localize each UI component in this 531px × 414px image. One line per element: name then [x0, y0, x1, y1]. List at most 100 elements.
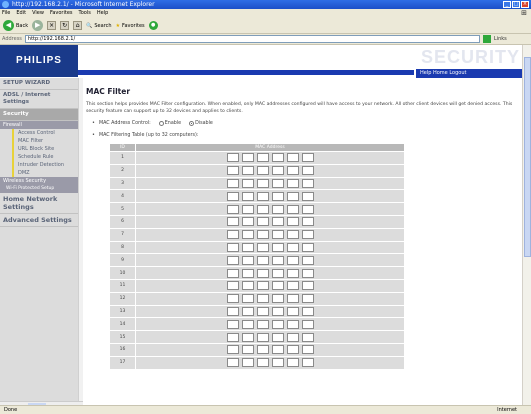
mac-octet-input[interactable]	[271, 217, 284, 227]
menu-view[interactable]: View	[32, 9, 44, 18]
mac-octet-input[interactable]	[226, 345, 239, 355]
sidebar-item-mac-filter[interactable]: MAC Filter	[0, 137, 78, 145]
mac-octet-input[interactable]	[286, 191, 299, 201]
mac-octet-input[interactable]	[286, 294, 299, 304]
mac-octet-input[interactable]	[271, 345, 284, 355]
mac-octet-input[interactable]	[271, 242, 284, 252]
stop-icon[interactable]: ×	[47, 21, 57, 30]
media-icon[interactable]: ●	[148, 21, 158, 30]
sidebar-item-url-block[interactable]: URL Block Site	[0, 145, 78, 153]
refresh-icon[interactable]: ↻	[60, 21, 70, 30]
mac-octet-input[interactable]	[241, 217, 254, 227]
mac-octet-input[interactable]	[256, 153, 269, 163]
mac-octet-input[interactable]	[271, 178, 284, 188]
mac-octet-input[interactable]	[256, 294, 269, 304]
mac-octet-input[interactable]	[226, 268, 239, 278]
mac-octet-input[interactable]	[286, 319, 299, 329]
mac-octet-input[interactable]	[226, 332, 239, 342]
mac-octet-input[interactable]	[301, 255, 314, 265]
mac-octet-input[interactable]	[226, 217, 239, 227]
mac-octet-input[interactable]	[256, 306, 269, 316]
mac-octet-input[interactable]	[241, 332, 254, 342]
mac-octet-input[interactable]	[271, 230, 284, 240]
mac-octet-input[interactable]	[301, 319, 314, 329]
mac-octet-input[interactable]	[301, 178, 314, 188]
mac-octet-input[interactable]	[226, 153, 239, 163]
mac-octet-input[interactable]	[271, 204, 284, 214]
mac-octet-input[interactable]	[256, 166, 269, 176]
mac-octet-input[interactable]	[226, 204, 239, 214]
mac-octet-input[interactable]	[301, 345, 314, 355]
mac-octet-input[interactable]	[241, 268, 254, 278]
page-scroll-thumb[interactable]	[524, 57, 531, 257]
mac-octet-input[interactable]	[286, 217, 299, 227]
sidebar-wireless-security[interactable]: Wireless Security	[0, 177, 78, 185]
mac-octet-input[interactable]	[241, 294, 254, 304]
mac-octet-input[interactable]	[271, 306, 284, 316]
mac-octet-input[interactable]	[286, 332, 299, 342]
minimize-button[interactable]: _	[503, 1, 511, 8]
mac-octet-input[interactable]	[286, 166, 299, 176]
mac-octet-input[interactable]	[286, 268, 299, 278]
mac-octet-input[interactable]	[256, 358, 269, 368]
mac-octet-input[interactable]	[271, 281, 284, 291]
favorites-button[interactable]: ★ Favorites	[116, 20, 145, 32]
mac-octet-input[interactable]	[301, 268, 314, 278]
mac-octet-input[interactable]	[286, 230, 299, 240]
mac-octet-input[interactable]	[241, 166, 254, 176]
mac-octet-input[interactable]	[226, 255, 239, 265]
mac-octet-input[interactable]	[286, 345, 299, 355]
mac-octet-input[interactable]	[241, 178, 254, 188]
mac-octet-input[interactable]	[241, 230, 254, 240]
mac-octet-input[interactable]	[286, 153, 299, 163]
mac-octet-input[interactable]	[286, 281, 299, 291]
mac-octet-input[interactable]	[271, 319, 284, 329]
sidebar-advanced[interactable]: Advanced Settings	[0, 214, 78, 227]
address-input[interactable]: http://192.168.2.1/	[24, 35, 480, 43]
mac-octet-input[interactable]	[286, 178, 299, 188]
mac-octet-input[interactable]	[286, 255, 299, 265]
mac-octet-input[interactable]	[301, 217, 314, 227]
sidebar-item-schedule-rule[interactable]: Schedule Rule	[0, 153, 78, 161]
mac-octet-input[interactable]	[226, 294, 239, 304]
menu-edit[interactable]: Edit	[16, 9, 26, 18]
sidebar-firewall[interactable]: Firewall	[0, 121, 78, 129]
sidebar-home-network[interactable]: Home Network Settings	[0, 193, 78, 214]
mac-octet-input[interactable]	[301, 242, 314, 252]
maximize-button[interactable]: □	[512, 1, 520, 8]
mac-octet-input[interactable]	[271, 268, 284, 278]
mac-octet-input[interactable]	[271, 255, 284, 265]
sidebar-wps-setup[interactable]: Wi-Fi Protected Setup	[0, 185, 78, 193]
mac-octet-input[interactable]	[226, 230, 239, 240]
sidebar-setup-wizard[interactable]: SETUP WIZARD	[0, 78, 78, 90]
mac-octet-input[interactable]	[256, 319, 269, 329]
mac-octet-input[interactable]	[256, 191, 269, 201]
mac-octet-input[interactable]	[256, 255, 269, 265]
mac-octet-input[interactable]	[301, 191, 314, 201]
mac-octet-input[interactable]	[256, 204, 269, 214]
sidebar-item-access-control[interactable]: Access Control	[0, 129, 78, 137]
mac-octet-input[interactable]	[256, 332, 269, 342]
back-button[interactable]: ◀ Back	[3, 20, 28, 32]
mac-octet-input[interactable]	[271, 332, 284, 342]
sidebar-adsl-internet[interactable]: ADSL / Internet Settings	[0, 90, 78, 109]
page-scrollbar[interactable]	[522, 45, 531, 405]
search-button[interactable]: 🔍 Search	[86, 20, 111, 32]
enable-radio[interactable]: Enable	[158, 119, 181, 128]
mac-octet-input[interactable]	[301, 358, 314, 368]
mac-octet-input[interactable]	[286, 306, 299, 316]
disable-radio[interactable]: Disable	[189, 119, 213, 128]
mac-octet-input[interactable]	[241, 153, 254, 163]
mac-octet-input[interactable]	[271, 166, 284, 176]
mac-octet-input[interactable]	[271, 153, 284, 163]
menu-help[interactable]: Help	[97, 9, 108, 18]
go-button[interactable]	[482, 35, 491, 43]
menu-favorites[interactable]: Favorites	[50, 9, 73, 18]
mac-octet-input[interactable]	[301, 306, 314, 316]
forward-button[interactable]: ▶	[32, 20, 44, 32]
help-home-logout-links[interactable]: Help Home Logout	[416, 69, 522, 78]
sidebar-item-dmz[interactable]: DMZ	[0, 169, 78, 177]
mac-octet-input[interactable]	[256, 217, 269, 227]
mac-octet-input[interactable]	[286, 242, 299, 252]
mac-octet-input[interactable]	[241, 204, 254, 214]
